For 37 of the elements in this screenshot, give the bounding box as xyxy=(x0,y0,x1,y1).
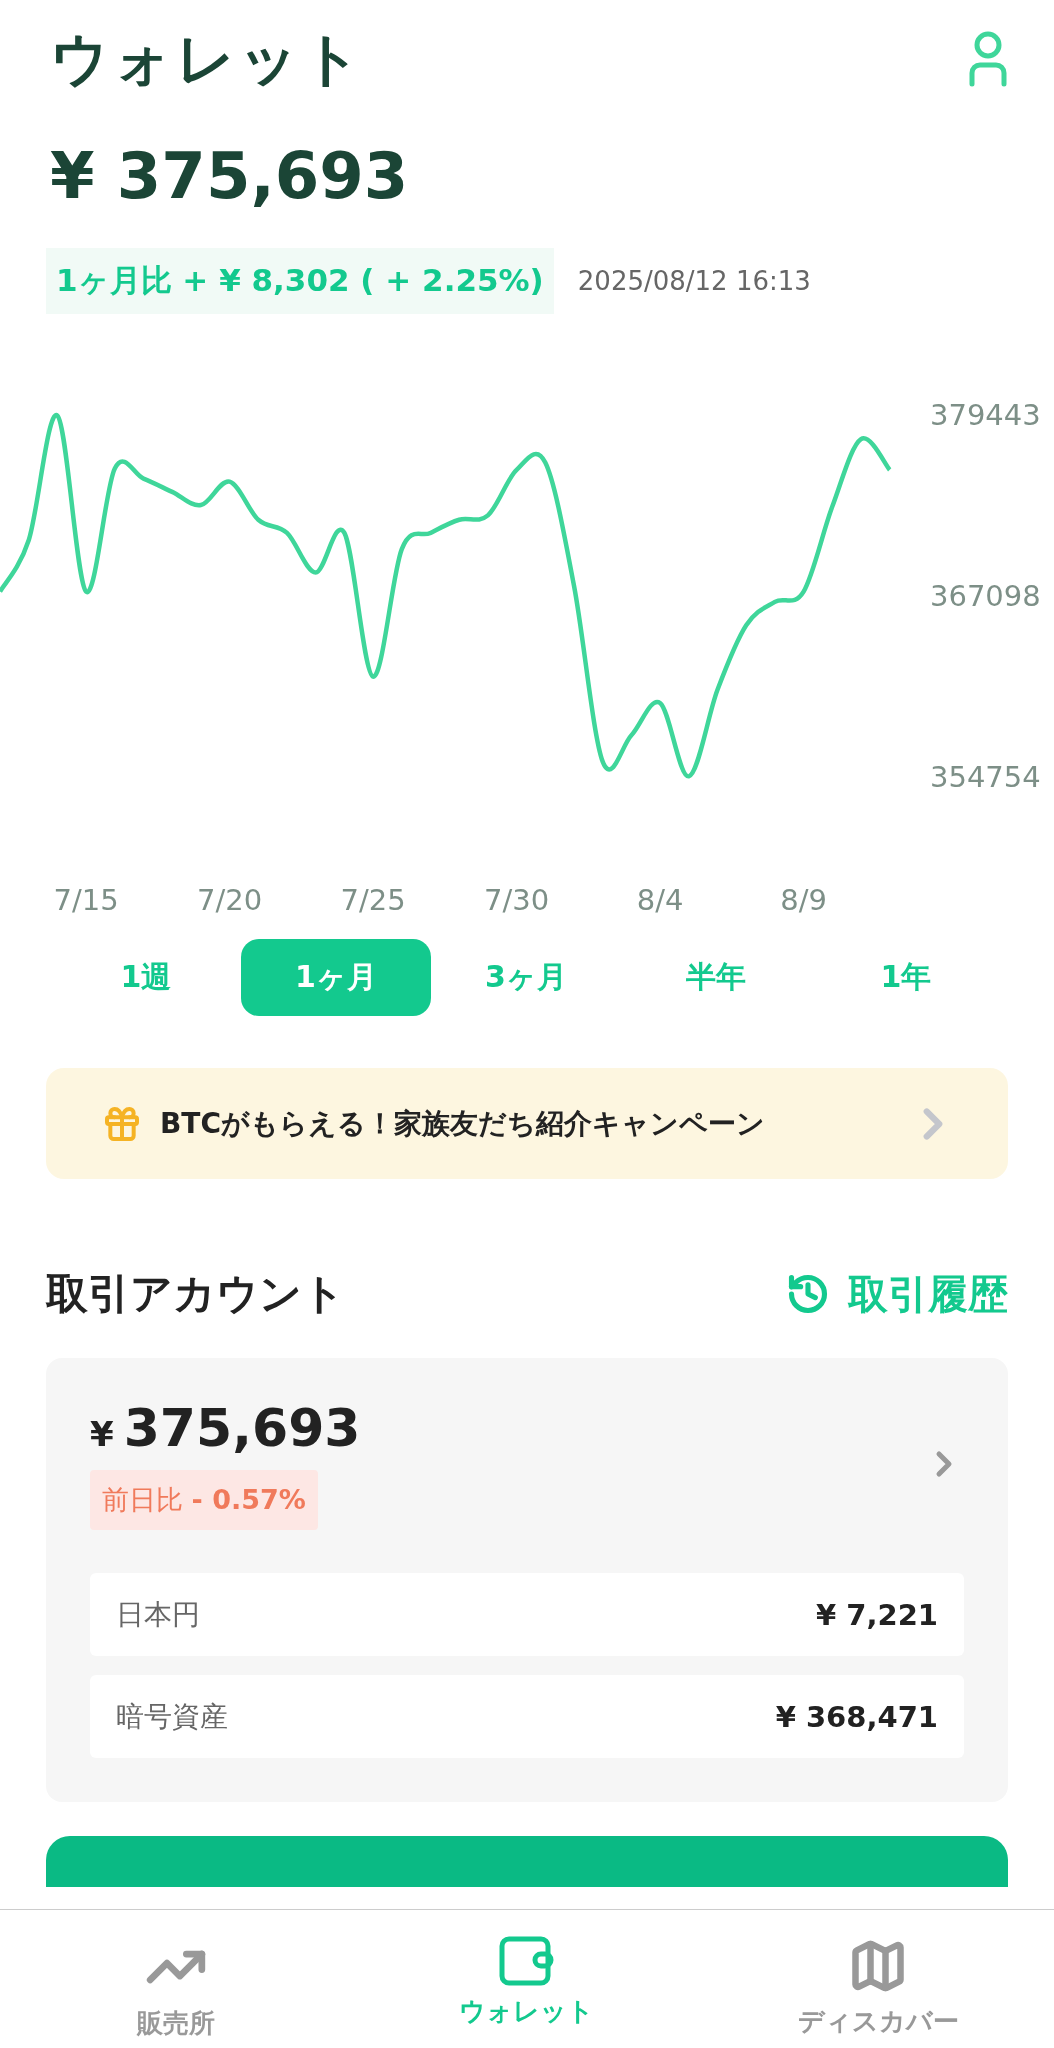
x-tick-label: 7/25 xyxy=(340,883,406,917)
timestamp: 2025/08/12 16:13 xyxy=(577,266,811,296)
nav-item[interactable]: ディスカバー xyxy=(702,1910,1054,2048)
history-link[interactable]: 取引履歴 xyxy=(786,1266,1008,1322)
period-tab[interactable]: 1週 xyxy=(51,939,241,1016)
x-tick-label: 7/20 xyxy=(197,883,263,917)
asset-label: 日本円 xyxy=(116,1596,200,1633)
account-balance: 375,693 xyxy=(123,1398,361,1458)
monthly-change: 1ヶ月比 + ¥ 8,302 ( + 2.25%) xyxy=(46,248,554,314)
page-title: ウォレット xyxy=(50,24,365,94)
history-icon xyxy=(786,1272,830,1316)
nav-item[interactable]: 販売所 xyxy=(0,1910,352,2048)
total-balance: ¥ 375,693 xyxy=(50,138,410,214)
x-tick-label: 8/4 xyxy=(636,883,684,917)
x-tick-label: 7/15 xyxy=(53,883,119,917)
asset-value: ¥ 7,221 xyxy=(816,1597,938,1632)
x-tick-label: 7/30 xyxy=(484,883,550,917)
wallet-icon xyxy=(499,1936,555,1986)
period-tab[interactable]: 3ヶ月 xyxy=(431,939,621,1016)
user-icon[interactable] xyxy=(968,31,1008,87)
period-tab[interactable]: 1ヶ月 xyxy=(241,939,431,1016)
period-tab[interactable]: 1年 xyxy=(811,939,1001,1016)
asset-label: 暗号資産 xyxy=(116,1698,228,1735)
period-tab[interactable]: 半年 xyxy=(621,939,811,1016)
account-card[interactable]: ¥ 375,693 前日比 - 0.57% 日本円 ¥ 7,221 暗号資産 ¥ 368,471 xyxy=(46,1358,1008,1802)
banner-text: BTCがもらえる！家族友だち紹介キャンペーン xyxy=(160,1105,766,1142)
section-title: 取引アカウント xyxy=(46,1268,345,1320)
currency-sign: ¥ xyxy=(90,1414,114,1454)
campaign-banner[interactable]: BTCがもらえる！家族友だち紹介キャンペーン xyxy=(46,1068,1008,1179)
y-tick-label: 354754 xyxy=(930,760,1041,794)
x-tick-label: 8/9 xyxy=(780,883,827,917)
nav-item[interactable]: ウォレット xyxy=(351,1910,703,2048)
daily-change: 前日比 - 0.57% xyxy=(90,1470,318,1530)
asset-value: ¥ 368,471 xyxy=(775,1699,938,1734)
y-tick-label: 367098 xyxy=(930,579,1041,613)
y-tick-label: 379443 xyxy=(930,398,1041,432)
action-button[interactable] xyxy=(46,1836,1008,1887)
